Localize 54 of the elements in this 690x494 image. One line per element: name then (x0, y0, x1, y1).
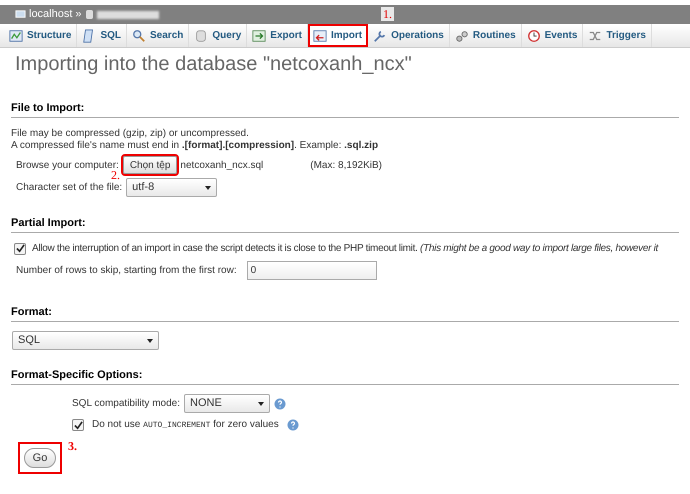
search-icon (132, 28, 146, 42)
info-text: A compressed file's name must end in .[format].[compression]. Example: .sql.zip (11, 140, 380, 152)
section-heading: Partial Import: (11, 217, 86, 229)
clock-icon (526, 28, 541, 42)
cylinder-icon (194, 28, 208, 42)
section-heading: Format: (11, 306, 52, 318)
compatibility-select[interactable]: NONE (184, 394, 270, 413)
tab[interactable]: Import (308, 24, 368, 47)
max-size: (Max: 8,192KiB) (310, 158, 382, 172)
choose-file-button[interactable]: Chọn tệp (122, 156, 178, 174)
file-name: netcoxanh_ncx.sql (180, 158, 264, 172)
breadcrumb-separator: » (75, 8, 82, 21)
checkbox-label: Allow the interruption of an import in case the script detects it is close to the PHP timeout limit. (This might be a good way to import large files, however it (32, 242, 658, 255)
tab[interactable]: Operations (368, 24, 450, 47)
tab[interactable]: Structure (4, 24, 78, 47)
tab[interactable]: Export (247, 24, 308, 47)
gears-icon (454, 28, 469, 42)
tab[interactable]: Search (127, 24, 190, 47)
field-label: Browse your computer: (16, 158, 119, 171)
tab[interactable]: Events (522, 24, 584, 47)
breadcrumb-link[interactable]: localhost (29, 8, 72, 21)
help-icon[interactable] (286, 419, 299, 431)
field-label: SQL compatibility mode: (72, 397, 180, 410)
info-text: File may be compressed (gzip, zip) or uncompressed. (11, 128, 250, 140)
field-label: Number of rows to skip, starting from the first row: (16, 264, 237, 277)
charset-select[interactable]: utf-8 (126, 178, 218, 197)
database-icon (84, 9, 94, 20)
section-heading: File to Import: (11, 102, 84, 114)
rows-to-skip-field[interactable]: 0 (246, 261, 377, 280)
dropdown-arrow-icon (258, 402, 264, 406)
export-icon (252, 28, 266, 42)
format-select[interactable]: SQL (12, 331, 159, 350)
go-button[interactable]: Go (24, 448, 56, 468)
help-icon[interactable] (274, 398, 286, 410)
annotation-number: 3. (68, 440, 77, 453)
field-label: Character set of the file: (16, 181, 122, 194)
checkbox[interactable] (14, 242, 26, 254)
tab[interactable]: Triggers (583, 24, 652, 47)
redacted-block (96, 10, 159, 18)
annotation-number: 2. (111, 169, 120, 182)
tab[interactable]: Query (189, 24, 248, 47)
dropdown-arrow-icon (147, 338, 153, 342)
annotation-number: 1. (381, 7, 394, 21)
wrench-icon (373, 28, 388, 42)
section-heading: Format-Specific Options: (11, 369, 142, 381)
tab[interactable]: Routines (450, 24, 522, 47)
import-icon (312, 28, 327, 42)
dropdown-arrow-icon (205, 186, 212, 190)
checkbox[interactable] (72, 419, 84, 431)
table-structure-icon (9, 28, 23, 42)
tab[interactable]: SQL (77, 24, 128, 47)
page-title: Importing into the database "netcoxanh_ncx" (15, 52, 413, 76)
checkbox-label: Do not use AUTO_INCREMENT for zero values (92, 418, 279, 432)
server-icon (15, 9, 26, 20)
